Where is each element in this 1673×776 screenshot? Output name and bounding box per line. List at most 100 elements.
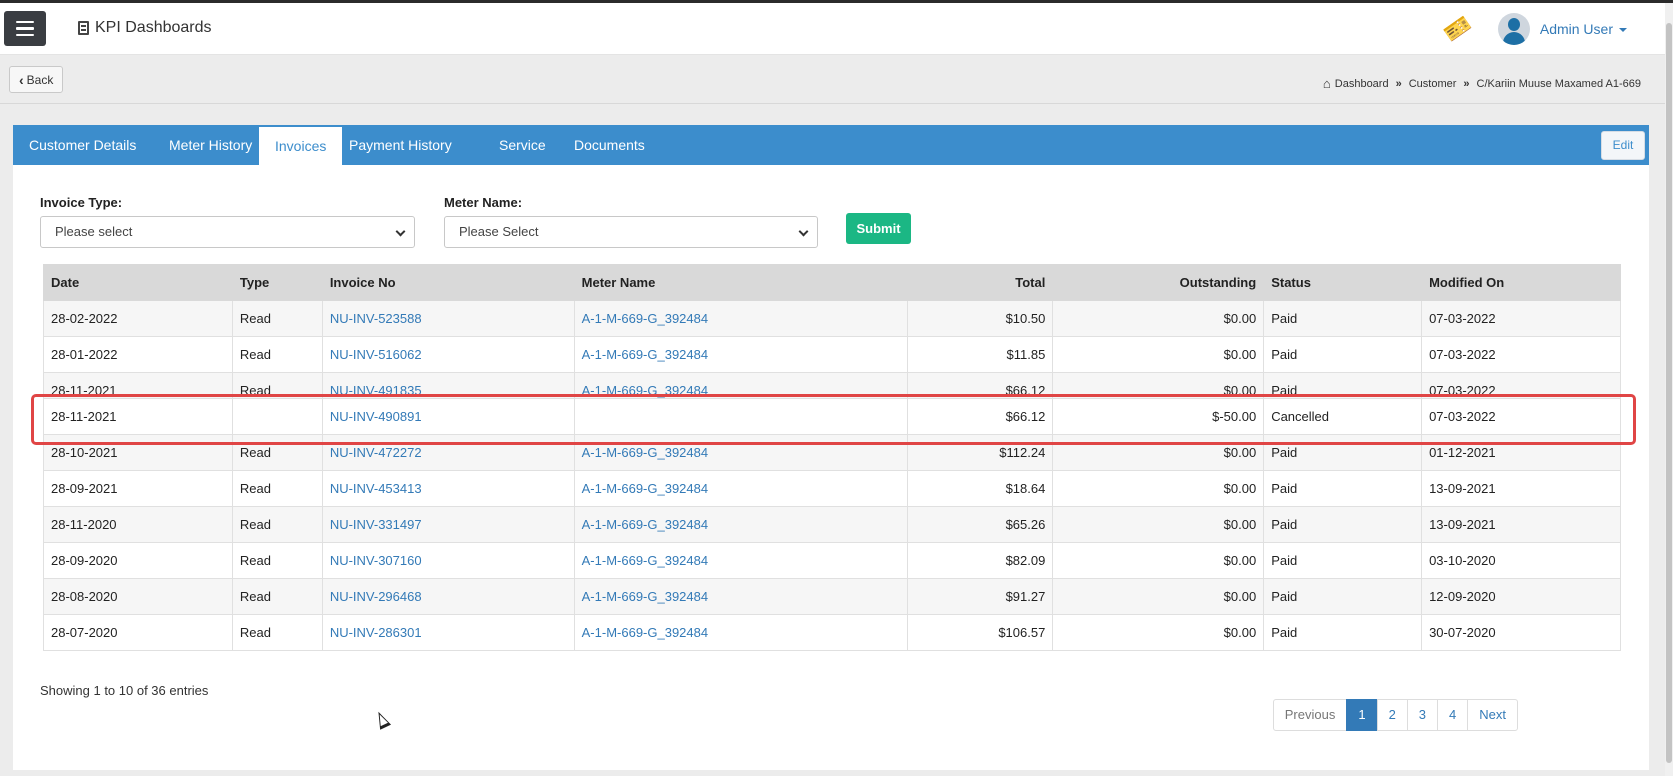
cell-outstanding: $0.00: [1052, 506, 1265, 543]
cell-total: $106.57: [907, 614, 1054, 651]
caret-down-icon: [1619, 28, 1627, 33]
home-icon: ⌂: [1322, 76, 1331, 91]
tab-invoices[interactable]: Invoices: [259, 127, 343, 165]
pagination-next[interactable]: Next: [1467, 699, 1518, 731]
cell-status: Paid: [1263, 300, 1423, 337]
cell-date: 28-08-2020: [43, 578, 233, 615]
cell-date: 28-01-2022: [43, 336, 233, 373]
cell-meter-name[interactable]: A-1-M-669-G_392484: [573, 506, 909, 543]
pagination-page-1[interactable]: 1: [1346, 699, 1378, 731]
tab-documents[interactable]: Documents: [558, 125, 661, 165]
col-status[interactable]: Status: [1263, 264, 1423, 301]
col-meter-name[interactable]: Meter Name: [573, 264, 909, 301]
invoices-table: Date Type Invoice No Meter Name Total Ou…: [43, 264, 1621, 651]
cell-type: Read: [231, 470, 323, 507]
cell-meter-name[interactable]: A-1-M-669-G_392484: [573, 542, 909, 579]
pagination-page-4[interactable]: 4: [1437, 699, 1469, 731]
cell-date: 28-11-2020: [43, 506, 233, 543]
page-scrollbar[interactable]: [1665, 3, 1673, 776]
tab-meter-history[interactable]: Meter History: [153, 125, 268, 165]
col-type[interactable]: Type: [231, 264, 323, 301]
ticket-icon[interactable]: 🎫: [1439, 10, 1476, 47]
cell-type: Read: [231, 614, 323, 651]
cell-meter-name[interactable]: A-1-M-669-G_392484: [573, 336, 909, 373]
cell-date: 28-09-2021: [43, 470, 233, 507]
table-row[interactable]: 28-07-2020 Read NU-INV-286301 A-1-M-669-G_3…: [43, 614, 1621, 651]
col-modified-on[interactable]: Modified On: [1421, 264, 1621, 301]
pagination-page-2[interactable]: 2: [1376, 699, 1408, 731]
table-row[interactable]: 28-01-2022 Read NU-INV-516062 A-1-M-669-G_3…: [43, 336, 1621, 373]
table-row[interactable]: 28-09-2021 Read NU-INV-453413 A-1-M-669-G_3…: [43, 470, 1621, 507]
back-button[interactable]: ‹ Back: [9, 66, 64, 93]
cell-meter-name[interactable]: A-1-M-669-G_392484: [573, 300, 909, 337]
cell-modified-on: 03-10-2020: [1421, 542, 1621, 579]
cell-outstanding: $0.00: [1052, 542, 1265, 579]
cell-modified-on: 13-09-2021: [1421, 470, 1621, 507]
breadcrumb-current: C/Kariin Muuse Maxamed A1-669: [1476, 77, 1641, 90]
app-brand[interactable]: KPI Dashboards: [78, 19, 212, 37]
col-invoice-no[interactable]: Invoice No: [321, 264, 575, 301]
invoice-type-select[interactable]: Please select: [40, 216, 415, 248]
table-row[interactable]: 28-11-2020 Read NU-INV-331497 A-1-M-669-G_3…: [43, 506, 1621, 543]
tab-service[interactable]: Service: [483, 125, 562, 165]
col-total[interactable]: Total: [907, 264, 1054, 301]
cell-total: $82.09: [907, 542, 1054, 579]
cell-meter-name[interactable]: A-1-M-669-G_392484: [573, 614, 909, 651]
tab-payment-history[interactable]: Payment History: [333, 125, 468, 165]
table-row[interactable]: 28-08-2020 Read NU-INV-296468 A-1-M-669-G_3…: [43, 578, 1621, 615]
menu-toggle-button[interactable]: [4, 11, 46, 46]
cell-total: $91.27: [907, 578, 1054, 615]
cell-invoice-no[interactable]: NU-INV-286301: [321, 614, 575, 651]
cell-invoice-no[interactable]: NU-INV-453413: [321, 470, 575, 507]
scrollbar-thumb[interactable]: [1666, 23, 1672, 763]
navbar-right: 🎫 Admin User: [1439, 10, 1627, 47]
chevron-down-icon: [798, 226, 809, 237]
cell-outstanding: $0.00: [1052, 470, 1265, 507]
edit-button[interactable]: Edit: [1601, 131, 1645, 160]
cell-status: Paid: [1263, 506, 1423, 543]
table-header-row: Date Type Invoice No Meter Name Total Ou…: [43, 264, 1621, 301]
back-label: Back: [26, 72, 54, 87]
page-header-bar: ‹ Back ⌂ Dashboard » Customer » C/Kariin…: [0, 56, 1665, 104]
cell-type: Read: [231, 506, 323, 543]
tab-customer-details[interactable]: Customer Details: [13, 125, 152, 165]
pagination-page-3[interactable]: 3: [1406, 699, 1439, 731]
breadcrumb-customer[interactable]: Customer: [1409, 78, 1457, 90]
breadcrumb-separator: »: [1463, 77, 1470, 90]
pagination: Previous 1 2 3 4 Next: [1272, 699, 1518, 731]
pagination-previous[interactable]: Previous: [1272, 699, 1348, 731]
cell-invoice-no[interactable]: NU-INV-296468: [321, 578, 575, 615]
user-menu[interactable]: Admin User: [1540, 21, 1627, 37]
table-row[interactable]: 28-02-2022 Read NU-INV-523588 A-1-M-669-G_3…: [43, 300, 1621, 337]
app-title: KPI Dashboards: [95, 19, 212, 36]
cell-status: Paid: [1263, 542, 1423, 579]
avatar[interactable]: [1497, 13, 1530, 45]
table-row[interactable]: 28-09-2020 Read NU-INV-307160 A-1-M-669-G_3…: [43, 542, 1621, 579]
col-date[interactable]: Date: [43, 264, 233, 301]
cell-meter-name[interactable]: A-1-M-669-G_392484: [573, 578, 909, 615]
meter-name-select[interactable]: Please Select: [444, 216, 818, 248]
cell-status: Paid: [1263, 578, 1423, 615]
cell-type: Read: [231, 578, 323, 615]
cell-invoice-no[interactable]: NU-INV-516062: [321, 336, 575, 373]
cell-total: $11.85: [907, 336, 1054, 373]
submit-button[interactable]: Submit: [846, 213, 911, 244]
cell-total: $18.64: [907, 470, 1054, 507]
cell-invoice-no[interactable]: NU-INV-331497: [321, 506, 575, 543]
breadcrumb-dashboard[interactable]: Dashboard: [1335, 78, 1389, 90]
col-outstanding[interactable]: Outstanding: [1052, 264, 1265, 301]
cell-date: 28-02-2022: [43, 300, 233, 337]
cell-type: Read: [231, 300, 323, 337]
hamburger-icon: [16, 20, 34, 24]
cell-total: $65.26: [907, 506, 1054, 543]
cell-type: Read: [231, 542, 323, 579]
cell-status: Paid: [1263, 470, 1423, 507]
cell-outstanding: $0.00: [1052, 300, 1265, 337]
entries-info: Showing 1 to 10 of 36 entries: [40, 683, 209, 698]
cell-meter-name[interactable]: A-1-M-669-G_392484: [573, 470, 909, 507]
chevron-left-icon: ‹: [19, 71, 24, 88]
cell-invoice-no[interactable]: NU-INV-523588: [321, 300, 575, 337]
cell-invoice-no[interactable]: NU-INV-307160: [321, 542, 575, 579]
cell-outstanding: $0.00: [1052, 336, 1265, 373]
top-navbar: KPI Dashboards 🎫 Admin User: [0, 3, 1665, 55]
